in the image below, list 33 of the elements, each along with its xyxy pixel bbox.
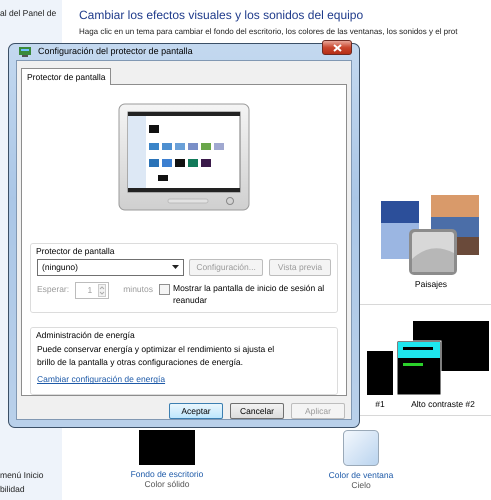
high-contrast-thumbnail[interactable]	[397, 321, 489, 395]
wait-label: Esperar:	[37, 284, 70, 294]
caret-icon	[172, 265, 180, 270]
page-title: Cambiar los efectos visuales y los sonidos del equipo	[79, 8, 364, 22]
group-title: Protector de pantalla	[34, 246, 116, 257]
theme-label: #1	[375, 399, 385, 410]
power-settings-link[interactable]: Cambiar configuración de energía	[37, 374, 166, 385]
theme-label: Paisajes	[414, 279, 448, 290]
settings-link[interactable]: Color de ventana	[328, 470, 394, 480]
window-color-swatch[interactable]	[343, 430, 379, 466]
settings-value: Color sólido	[144, 479, 190, 489]
tab[interactable]: Protector de pantalla	[21, 68, 112, 86]
page-description: Haga clic en un tema para cambiar el fondo del escritorio, los colores de las ventanas, los sonidos y el prot	[79, 26, 458, 37]
sidebar-link[interactable]: bilidad	[0, 482, 62, 496]
close-icon	[332, 44, 342, 52]
screensaver-dropdown[interactable]: (ninguno)	[37, 258, 184, 276]
power-description: Puede conservar energía y optimizar el rendimiento si ajusta el brillo de la pantalla y otras configuraciones de energía.	[37, 343, 276, 370]
sidebar-link[interactable]: al del Panel de	[0, 6, 62, 20]
settings-value: Cielo	[351, 480, 371, 490]
close-button[interactable]	[322, 40, 352, 56]
monitor-icon	[18, 46, 32, 58]
high-contrast-thumbnail[interactable]	[367, 351, 393, 395]
cancel-button[interactable]: Cancelar	[230, 403, 284, 419]
minutes-label: minutos	[123, 284, 153, 294]
group-title: Administración de energía	[34, 330, 137, 340]
desktop-background-swatch[interactable]	[139, 430, 195, 465]
ok-button[interactable]: Aceptar	[169, 403, 223, 419]
window-title: Configuración del protector de pantalla	[38, 46, 193, 58]
checkbox[interactable]	[158, 284, 170, 295]
checkbox-label: Mostrar la pantalla de inicio de sesión al reanudar	[172, 282, 326, 306]
theme-label: Alto contraste #2	[411, 399, 475, 410]
settings-link[interactable]: Fondo de escritorio	[130, 469, 204, 479]
sidebar-link[interactable]: menú Inicio	[0, 468, 62, 482]
